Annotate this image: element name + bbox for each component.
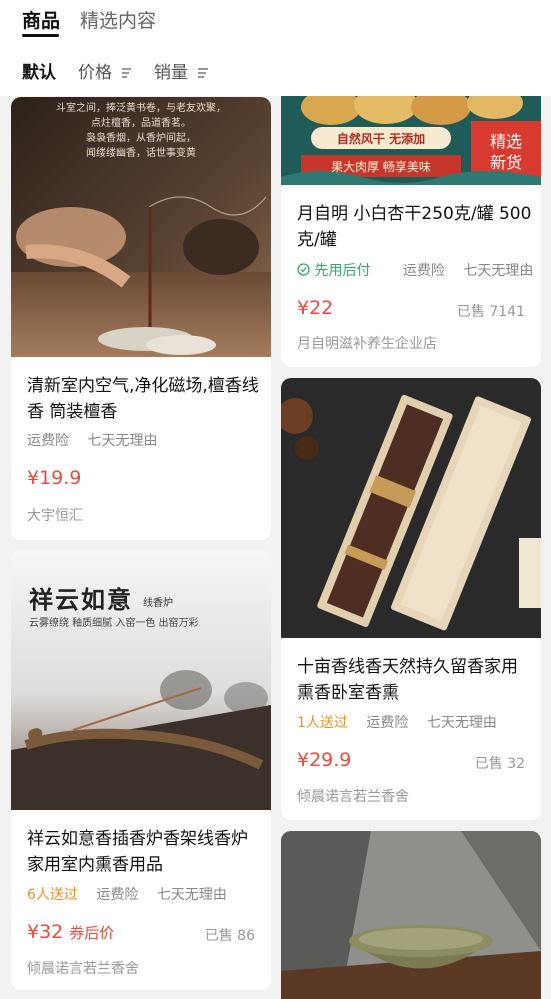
product-card-tea-bowl[interactable] [281,831,541,999]
product-card-incense[interactable]: 斗室之间，捧泛黄书卷，与老友欢聚， 点炷檀香，品道香茗。 袅袅香烟，从香炉间起，… [11,97,271,540]
product-card-xiangyun[interactable]: 祥云如意 线香炉 云雾缭绕 釉质细腻 入窑一色 出窑万彩 祥云如意香插香炉香架线… [11,550,271,990]
product-title[interactable]: 清新室内空气,净化磁场,檀香线香 筒装檀香 [27,373,262,425]
sort-default[interactable]: 默认 [22,58,56,83]
corner-text: 新货 [489,153,522,172]
product-image: 祥云如意 线香炉 云雾缭绕 釉质细腻 入窑一色 出窑万彩 [11,550,271,810]
product-tags: 6人送过 运费险 七天无理由 [27,884,241,904]
product-title[interactable]: 月自明 小白杏干250克/罐 500克/罐 [297,201,532,253]
product-image [281,831,541,999]
active-tab-indicator [22,34,59,37]
caption-line: 袅袅香烟，从香炉间起， [86,133,196,144]
product-tags: 先用后付 运费险 七天无理由 [297,260,541,280]
top-bar: 商品 精选内容 默认 价格 销量 [0,0,551,96]
incense-box-photo [281,378,541,638]
product-title[interactable]: 十亩香线香天然持久留香家用熏香卧室香熏 [297,654,532,706]
tag-pay-later-label: 先用后付 [314,263,371,279]
tag-pay-later: 先用后付 [297,263,389,279]
tag-shipping-insurance: 运费险 [27,433,69,449]
product-image: 自然风干 无添加 果大肉厚 畅享美味 精选 新货 [281,85,541,185]
product-image [281,378,541,638]
caption-line: 斗室之间，捧泛黄书卷，与老友欢聚， [56,103,226,114]
shop-name[interactable]: 倾晨诺言若兰香舍 [27,958,139,978]
price-value: ¥32 [27,921,64,943]
product-price: ¥32 券后价 [27,921,114,943]
tag-gift-count: 6人送过 [27,887,78,903]
image-badge-top: 自然风干 无添加 [336,132,426,146]
image-caption: 斗室之间，捧泛黄书卷，与老友欢聚， 点炷檀香，品道香茗。 袅袅香烟，从香炉间起，… [11,101,271,161]
tag-shipping-insurance: 运费险 [96,887,139,903]
tab-featured-content[interactable]: 精选内容 [80,6,156,33]
caption-line: 点炷檀香，品道香茗。 [91,118,191,129]
sort-price[interactable]: 价格 [78,58,133,83]
product-image: 斗室之间，捧泛黄书卷，与老友欢聚， 点炷檀香，品道香茗。 袅袅香烟，从香炉间起，… [11,97,271,357]
image-title: 祥云如意 [29,585,133,614]
tag-gift-count: 1人送过 [297,715,348,731]
product-tags: 运费险 七天无理由 [27,430,171,450]
tea-bowl-photo [281,831,541,999]
shop-name[interactable]: 倾晨诺言若兰香舍 [297,786,409,806]
image-corner-badge: 精选 新货 [471,131,541,173]
product-price: ¥19.9 [27,467,82,489]
tag-seven-day-return: 七天无理由 [426,715,497,731]
product-title[interactable]: 祥云如意香插香炉香架线香炉家用室内熏香用品 [27,826,262,878]
image-subtitle: 线香炉 [143,598,173,609]
coupon-label: 券后价 [69,924,115,942]
sort-sales-label: 销量 [154,63,188,83]
corner-text: 精选 [489,132,522,151]
product-card-shimu[interactable]: 十亩香线香天然持久留香家用熏香卧室香熏 1人送过 运费险 七天无理由 ¥29.9… [281,378,541,820]
product-tags: 1人送过 运费险 七天无理由 [297,712,511,732]
tag-seven-day-return: 七天无理由 [87,433,158,449]
image-slogan: 云雾缭绕 釉质细腻 入窑一色 出窑万彩 [29,618,199,629]
tag-seven-day-return: 七天无理由 [156,887,227,903]
shop-name[interactable]: 月自明滋补养生企业店 [297,333,437,353]
product-card-apricot[interactable]: 自然风干 无添加 果大肉厚 畅享美味 精选 新货 月自明 小白杏干250克/罐 … [281,85,541,367]
tag-shipping-insurance: 运费险 [402,263,445,279]
product-price: ¥29.9 [297,749,352,771]
tab-products[interactable]: 商品 [22,6,60,33]
sort-price-label: 价格 [78,63,112,83]
sold-count: 已售 86 [204,928,255,944]
product-price: ¥22 [297,297,334,319]
shop-name[interactable]: 大宇恒汇 [27,505,83,525]
sold-count: 已售 32 [474,756,525,772]
tag-shipping-insurance: 运费险 [366,715,409,731]
image-badge-bottom: 果大肉厚 畅享美味 [331,160,431,174]
sort-icon [198,68,209,78]
sold-count: 已售 7141 [456,304,525,320]
caption-line: 闻缕缕幽香，话世事变黄 [86,148,196,159]
sort-default-label: 默认 [22,63,56,83]
sort-sales[interactable]: 销量 [154,58,209,83]
tag-seven-day-return: 七天无理由 [463,263,534,279]
pay-later-icon [297,263,310,276]
sort-icon [122,68,132,78]
